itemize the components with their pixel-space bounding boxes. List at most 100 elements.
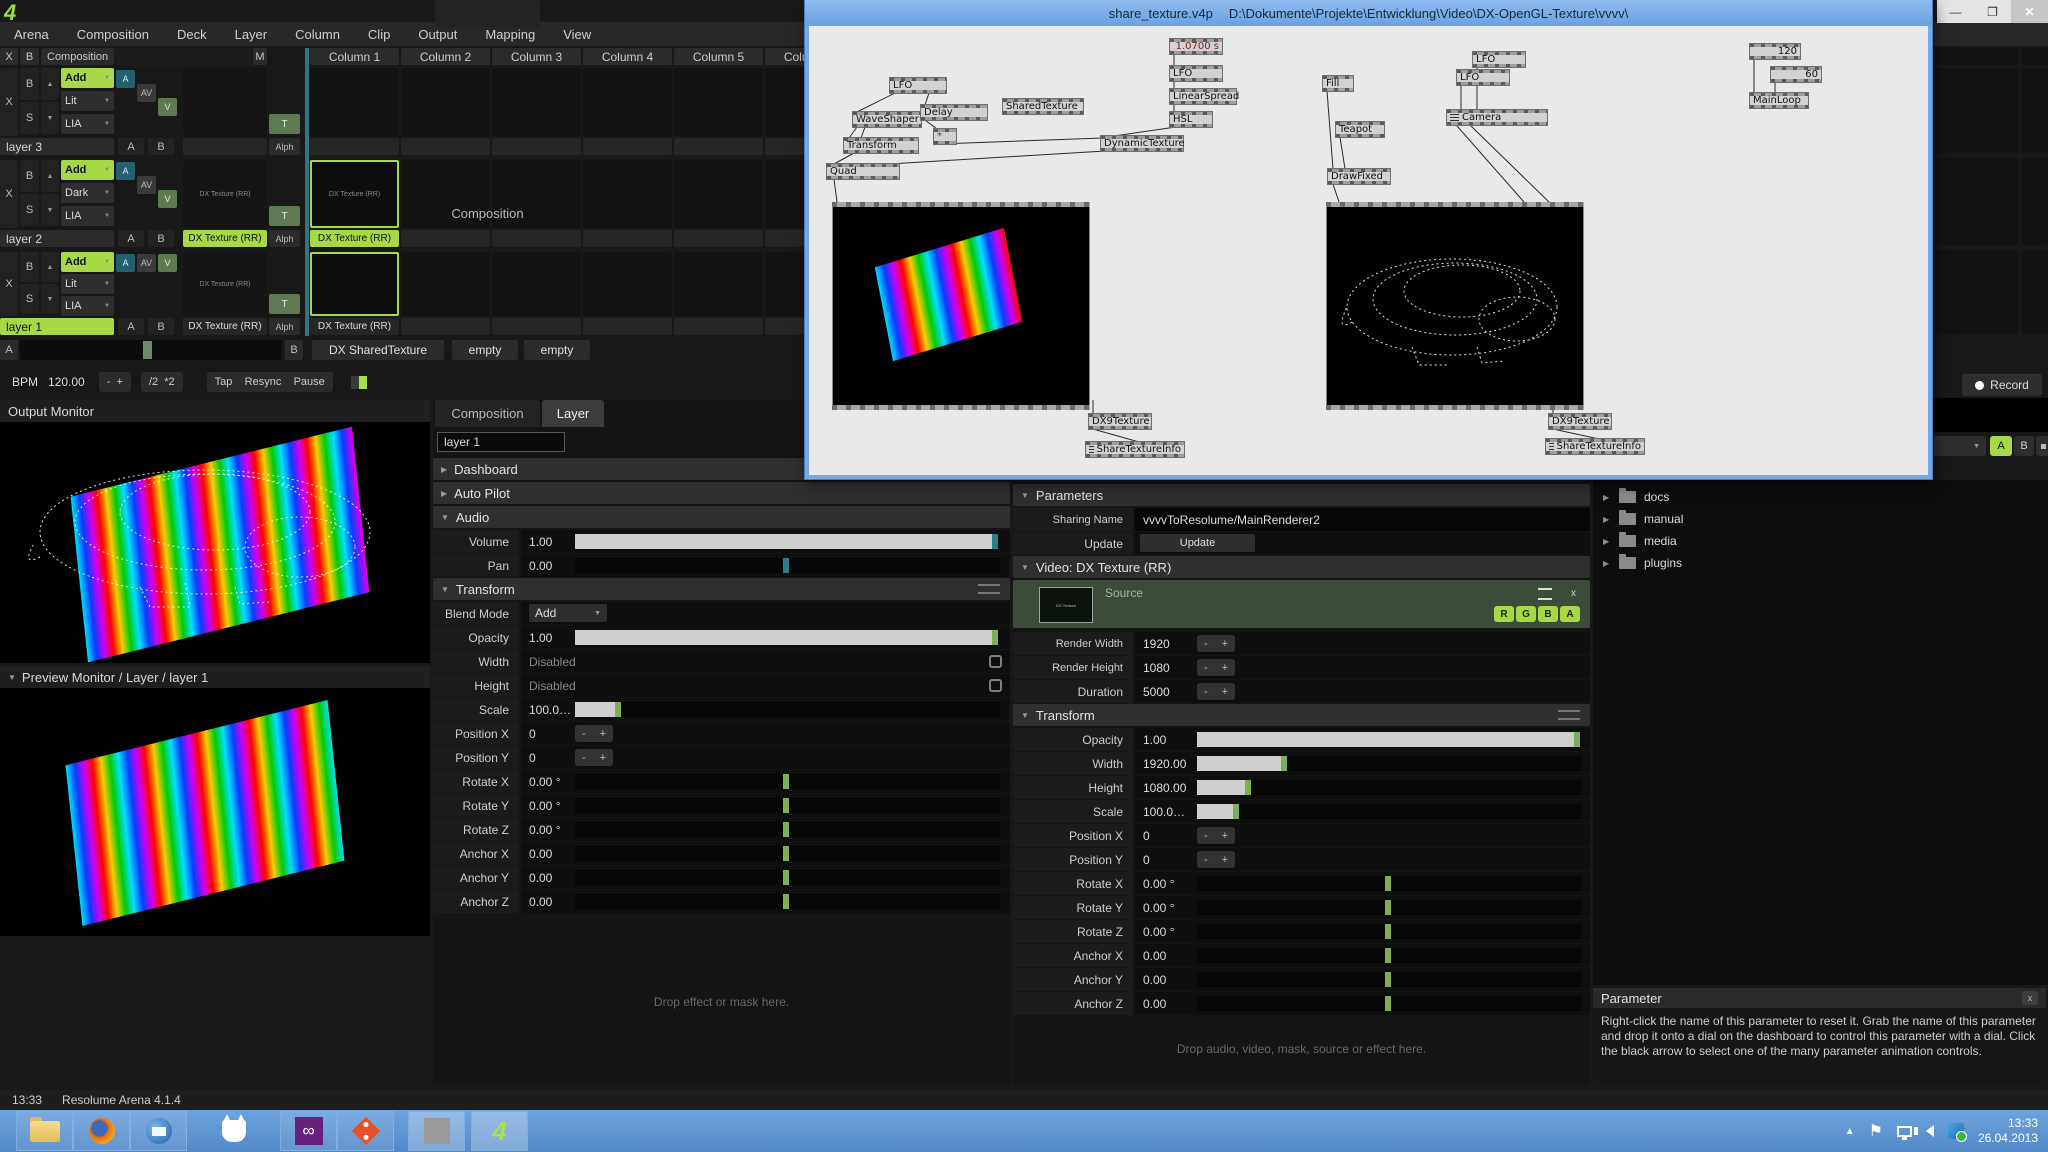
clip-cell[interactable]	[765, 68, 805, 136]
rotate-y-slider[interactable]	[575, 798, 1000, 813]
layer3-solo-button[interactable]: S	[20, 102, 39, 134]
expand-icon[interactable]: ▶	[1603, 493, 1611, 502]
tray-expand-icon[interactable]: ▲	[1845, 1126, 1855, 1137]
menu-clip[interactable]: Clip	[354, 27, 404, 42]
help-close-icon[interactable]: x	[2022, 991, 2038, 1005]
clip-height-handle[interactable]	[1245, 780, 1251, 795]
position-x-value[interactable]: 0	[529, 722, 536, 745]
layer2-v-button[interactable]: V	[158, 190, 177, 208]
clip-cell[interactable]	[310, 68, 399, 136]
clip-scale-value[interactable]: 100.0…	[1143, 800, 1185, 823]
vvvv-node-lfo[interactable]: LFO	[1473, 52, 1525, 67]
layer2-cross-a[interactable]: A	[118, 230, 144, 247]
vvvv-node-lfo[interactable]: LFO	[1457, 70, 1509, 85]
render-width-value[interactable]: 1920	[1143, 632, 1170, 655]
layer2-solo-button[interactable]: S	[20, 194, 39, 226]
clip-cell[interactable]	[2021, 48, 2048, 65]
clip-width-slider[interactable]	[1197, 756, 1582, 771]
deck-m-button[interactable]: M	[253, 48, 267, 65]
layer1-deck-clip[interactable]: DX Texture (RR)	[183, 252, 267, 316]
opacity-value[interactable]: 1.00	[529, 626, 552, 649]
clip-cell[interactable]	[492, 252, 581, 316]
clip-label[interactable]	[583, 138, 672, 155]
layer3-alpha-button[interactable]: Alph	[269, 138, 300, 155]
crossfader-handle[interactable]	[143, 341, 152, 359]
rotate-z-handle[interactable]	[783, 822, 789, 837]
vvvv-node-sharedtexture[interactable]: SharedTexture	[1003, 99, 1083, 114]
menu-mapping[interactable]: Mapping	[471, 27, 549, 42]
clip-position-x-value[interactable]: 0	[1143, 824, 1150, 847]
layer2-up-button[interactable]: ▲	[41, 160, 59, 192]
clip-width-handle[interactable]	[1281, 756, 1287, 771]
clip-label[interactable]	[674, 230, 763, 247]
clip-position-x-spinner[interactable]: -+	[1197, 827, 1235, 844]
tab-composition[interactable]: Composition	[435, 400, 540, 427]
vvvv-node-sharetextureinfo[interactable]: ShareTextureInfo	[1546, 439, 1644, 454]
layer3-blend-lia[interactable]: LIA▼	[61, 114, 114, 134]
section-autopilot[interactable]: ▶Auto Pilot	[433, 482, 1010, 504]
column-header-5[interactable]: Column 5	[674, 48, 763, 65]
preview-monitor-header[interactable]: ▼Preview Monitor / Layer / layer 1	[0, 666, 430, 688]
vvvv-title-bar[interactable]: share_texture.v4p D:\Dokumente\Projekte\…	[805, 0, 1932, 26]
right-preset-dropdown[interactable]: ▼	[1934, 436, 1986, 456]
layer3-t-button[interactable]: T	[269, 114, 300, 134]
clip-position-y-value[interactable]: 0	[1143, 848, 1150, 871]
clip-anchor-z-handle[interactable]	[1385, 996, 1391, 1011]
layer2-deck-clip[interactable]: DX Texture (RR)	[183, 160, 267, 228]
tab-composition[interactable]: Composition	[435, 0, 540, 27]
dropbox-icon[interactable]	[1948, 1123, 1964, 1139]
layer3-blend-add[interactable]: Add▼	[61, 68, 114, 88]
volume-handle[interactable]	[992, 534, 998, 549]
vvvv-node-dx9texture[interactable]: DX9Texture	[1549, 414, 1611, 429]
pan-slider[interactable]	[575, 558, 1000, 573]
layer-name-input[interactable]: layer 1	[437, 432, 565, 452]
clip-cell[interactable]	[583, 68, 672, 136]
rotate-y-value[interactable]: 0.00 °	[529, 794, 561, 817]
bpm-nudge-button[interactable]: - +	[99, 372, 131, 392]
clip-cell[interactable]	[765, 160, 805, 228]
clip-label[interactable]	[583, 318, 672, 335]
clip-label-dx-texture[interactable]: DX Texture (RR)	[310, 230, 399, 247]
layer3-v-button[interactable]: V	[158, 98, 177, 116]
clip-opacity-slider[interactable]	[1197, 732, 1582, 747]
layer3-a-button[interactable]: A	[116, 70, 135, 88]
vvvv-node-teapot[interactable]: Teapot	[1336, 122, 1384, 137]
shared-texture-button[interactable]: DX SharedTexture	[312, 340, 444, 360]
clip-label[interactable]	[492, 318, 581, 335]
vvvv-node-multiply[interactable]: *	[934, 129, 956, 144]
browser-item-media[interactable]: ▶media	[1593, 530, 2048, 552]
transform-menu-icon[interactable]	[978, 584, 1000, 594]
layer2-x-button[interactable]: X	[0, 160, 18, 228]
clip-anchor-x-value[interactable]: 0.00	[1143, 944, 1166, 967]
layer1-down-button[interactable]: ▼	[41, 284, 59, 314]
clip-cell[interactable]	[583, 160, 672, 228]
crossfader-track[interactable]	[20, 340, 282, 360]
layer3-blend-lit[interactable]: Lit▼	[61, 91, 114, 111]
vvvv-node-sharetextureinfo[interactable]: ShareTextureInfo	[1086, 442, 1184, 457]
layer3-name[interactable]: layer 3	[0, 138, 114, 155]
clip-cell[interactable]	[401, 252, 490, 316]
layer1-solo-button[interactable]: S	[20, 284, 39, 314]
clip-cell[interactable]	[2021, 250, 2048, 335]
anchor-x-slider[interactable]	[575, 846, 1000, 861]
layer2-t-button[interactable]: T	[269, 206, 300, 226]
vvvv-node-dynamictexture[interactable]: DynamicTexture	[1101, 136, 1183, 151]
scale-handle[interactable]	[615, 702, 621, 717]
clip-cell[interactable]	[1936, 68, 2018, 153]
clip-opacity-value[interactable]: 1.00	[1143, 728, 1166, 751]
clip-label[interactable]	[765, 318, 805, 335]
clip-anchor-y-handle[interactable]	[1385, 972, 1391, 987]
section-transform[interactable]: ▼Transform	[433, 578, 1010, 600]
rotate-x-handle[interactable]	[783, 774, 789, 789]
vvvv-node-drawfixed[interactable]: DrawFixed	[1328, 169, 1390, 184]
vvvv-node-fill[interactable]: Fill	[1323, 76, 1353, 91]
empty-deck-button[interactable]: empty	[524, 340, 590, 360]
section-clip-transform[interactable]: ▼Transform	[1013, 704, 1590, 726]
clip-cell[interactable]	[401, 68, 490, 136]
clip-cell[interactable]	[674, 68, 763, 136]
channel-r-button[interactable]: R	[1494, 606, 1514, 622]
layer1-cross-a[interactable]: A	[118, 318, 144, 335]
taskbar-foobar2000[interactable]	[205, 1111, 262, 1151]
layer2-a-button[interactable]: A	[116, 162, 135, 180]
menu-layer[interactable]: Layer	[221, 27, 282, 42]
